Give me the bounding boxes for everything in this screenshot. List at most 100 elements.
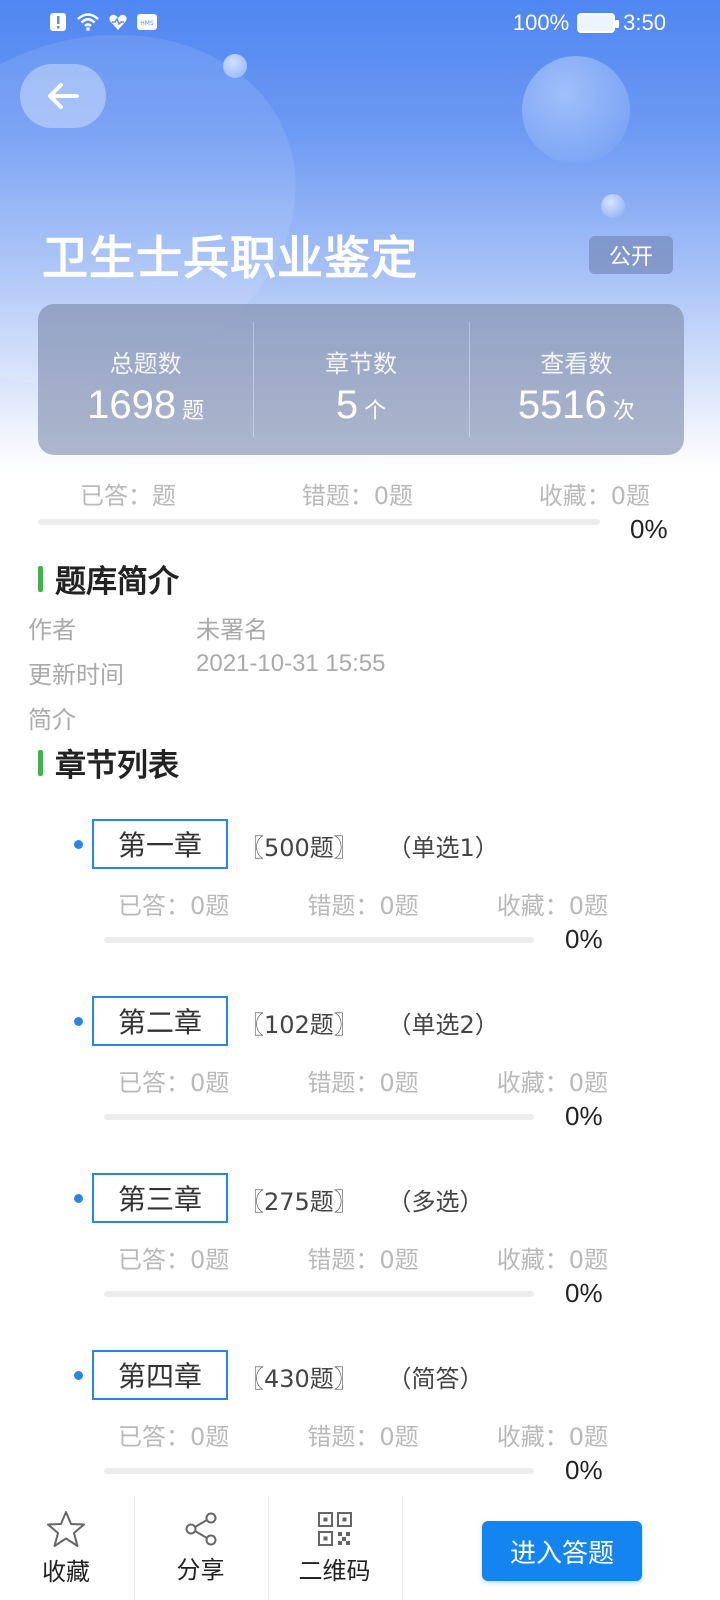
arrow-left-icon [48,83,79,109]
favorite-count: 收藏：0题 [496,1246,608,1274]
wrong-count: 错题：0题 [307,1423,419,1451]
bottom-action-bar: 收藏 分享 二维码 进入答题 [0,1496,720,1600]
bullet-dot [74,1017,83,1026]
chapter-percent: 0% [565,1455,603,1485]
svg-text:HMS: HMS [140,20,154,27]
favorite-count: 收藏：0题 [538,482,650,510]
chapter-item[interactable]: 第三章 〖275题〗 （多选） 已答：0题 错题：0题 收藏：0题 0% [0,1170,720,1340]
section-title-text: 章节列表 [55,748,179,784]
chapter-meta: 〖430题〗 （简答） [240,1359,483,1394]
wrong-count: 错题：0题 [301,482,413,510]
chapter-progress-bar [104,1291,534,1297]
answered-count: 已答：0题 [118,892,230,920]
status-right: 100% 3:50 [513,10,666,36]
alert-icon [50,13,66,31]
favorite-count: 收藏：0题 [496,1069,608,1097]
chapter-percent: 0% [565,924,603,954]
chapter-type: （单选1） [387,834,499,862]
battery-percent: 100% [512,10,570,35]
stat-value: 1698 [87,383,177,427]
star-icon [47,1510,85,1547]
bullet-dot [74,1371,83,1380]
share-button[interactable]: 分享 [134,1496,266,1600]
chapter-question-count: 〖102题〗 [240,1011,358,1039]
clock: 3:50 [623,10,666,35]
qrcode-button[interactable]: 二维码 [268,1496,400,1600]
wifi-icon [77,13,99,31]
chapter-percent: 0% [565,1278,603,1308]
favorite-count: 收藏：0题 [496,892,608,920]
chapter-item[interactable]: 第二章 〖102题〗 （单选2） 已答：0题 错题：0题 收藏：0题 0% [0,993,720,1163]
chapter-name[interactable]: 第三章 [92,1173,228,1223]
answered-count: 已答：0题 [118,1423,230,1451]
wrong-count: 错题：0题 [307,1246,419,1274]
chapter-name[interactable]: 第一章 [92,819,228,869]
author-value: 未署名 [196,616,268,644]
stat-total-questions: 总题数 1698 题 [38,304,253,455]
share-icon [185,1512,216,1545]
overall-progress-bar [38,519,600,525]
decorative-bubble [601,194,625,218]
chapter-name[interactable]: 第四章 [92,1350,228,1400]
bullet-dot [74,1194,83,1203]
wrong-count: 错题：0题 [307,1069,419,1097]
chapter-question-count: 〖275题〗 [240,1188,358,1216]
chapter-progress-bar [104,937,534,943]
chapter-name[interactable]: 第二章 [92,996,228,1046]
tab-label: 二维码 [298,1556,371,1585]
author-label: 作者 [28,616,76,644]
chapter-meta: 〖102题〗 （单选2） [240,1005,499,1040]
stat-label: 查看数 [540,350,613,378]
chapter-meta: 〖275题〗 （多选） [240,1182,483,1217]
status-bar: HMS 100% 3:50 [0,0,720,48]
updated-label: 更新时间 [28,661,124,689]
chapter-meta: 〖500题〗 （单选1） [240,828,499,863]
chapter-type: （多选） [387,1188,484,1216]
section-marker [38,749,43,776]
stats-card: 总题数 1698 题 章节数 5个 查看数 5516 次 [38,304,684,455]
stat-unit: 个 [364,399,387,424]
page-title: 卫生士兵职业鉴定 [42,231,418,285]
battery-icon [577,13,620,33]
stat-view-count: 查看数 5516 次 [468,304,684,455]
overall-counts: 已答：题 错题：0题 收藏：0题 [80,476,650,511]
section-title-text: 题库简介 [55,564,179,600]
chapter-counts: 已答：0题 错题：0题 收藏：0题 [118,1417,608,1452]
chapter-question-count: 〖500题〗 [240,834,358,862]
tab-label: 收藏 [42,1557,90,1586]
chapter-counts: 已答：0题 错题：0题 收藏：0题 [118,1063,608,1098]
stat-unit: 次 [612,399,635,424]
favorite-count: 收藏：0题 [496,1423,608,1451]
enter-quiz-button[interactable]: 进入答题 [482,1521,642,1581]
stat-unit: 题 [182,399,205,424]
bullet-dot [74,840,83,849]
stat-label: 总题数 [109,350,182,378]
decorative-bubble [522,56,630,164]
wrong-count: 错题：0题 [307,892,419,920]
stat-value: 5 [335,383,359,427]
chapter-percent: 0% [565,1101,603,1131]
answered-count: 已答：0题 [118,1069,230,1097]
chapter-item[interactable]: 第一章 〖500题〗 （单选1） 已答：0题 错题：0题 收藏：0题 0% [0,816,720,986]
stat-chapter-count: 章节数 5个 [253,304,468,455]
health-icon [109,14,127,30]
answered-count: 已答：题 [80,482,176,510]
overall-percent: 0% [630,514,668,544]
chapter-question-count: 〖430题〗 [240,1365,358,1393]
favorite-button[interactable]: 收藏 [0,1496,132,1600]
status-icons: HMS [48,12,158,32]
section-title-intro: 题库简介 [38,556,179,601]
back-button[interactable] [20,64,106,128]
chapter-type: （简答） [387,1365,484,1393]
visibility-badge: 公开 [589,236,673,274]
tab-label: 分享 [176,1555,225,1584]
answered-count: 已答：0题 [118,1246,230,1274]
stat-label: 章节数 [324,350,397,378]
chapter-counts: 已答：0题 错题：0题 收藏：0题 [118,1240,608,1275]
chapter-item[interactable]: 第四章 〖430题〗 （简答） 已答：0题 错题：0题 收藏：0题 0% [0,1347,720,1517]
hms-icon: HMS [137,14,157,30]
chapter-progress-bar [104,1468,534,1474]
chapter-type: （单选2） [387,1011,499,1039]
summary-label: 简介 [28,706,76,734]
chapter-counts: 已答：0题 错题：0题 收藏：0题 [118,886,608,921]
